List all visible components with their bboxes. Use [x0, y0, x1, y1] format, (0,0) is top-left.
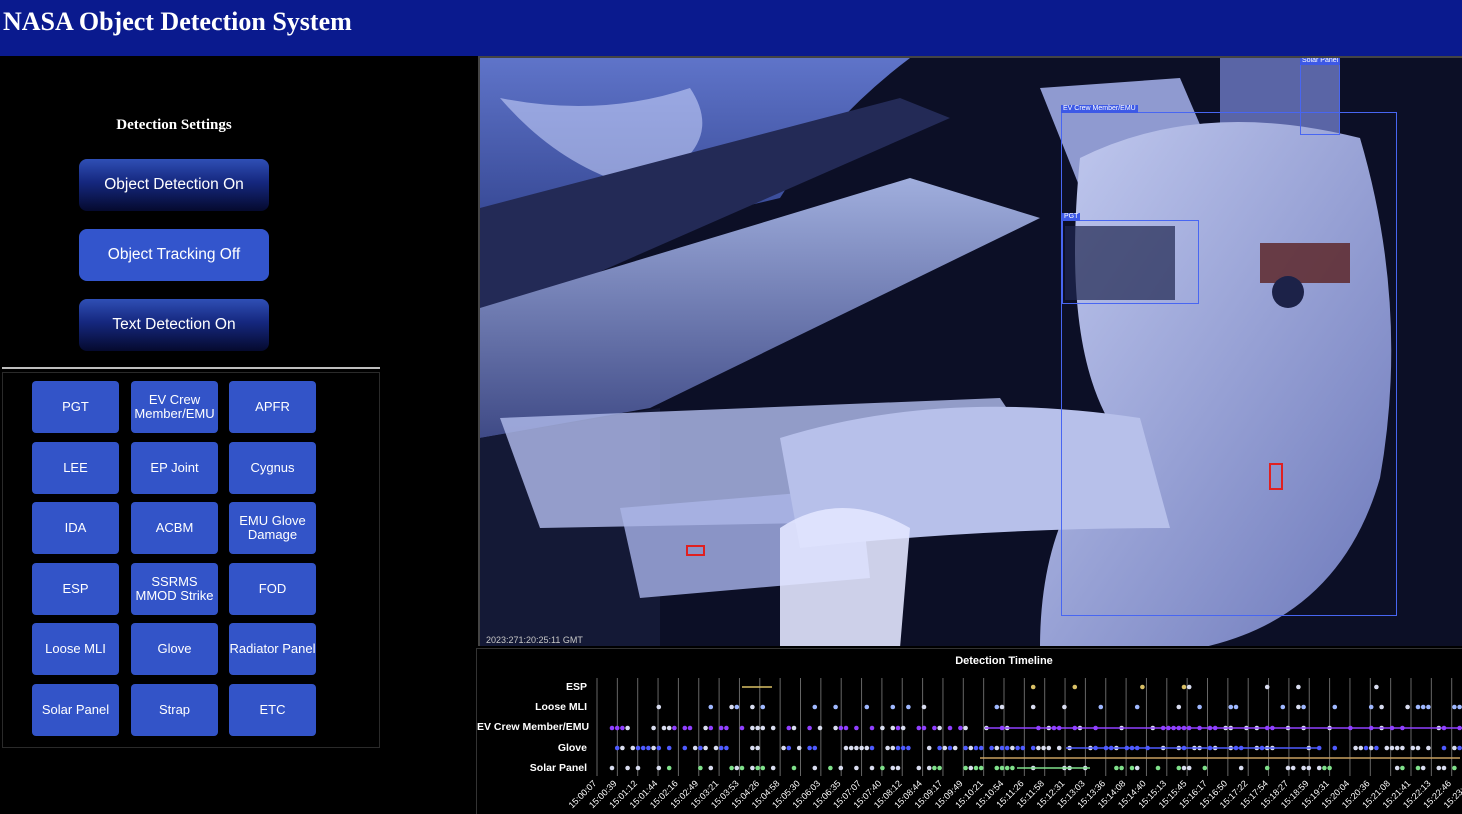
timeline-row-label-loose-mli: Loose MLI — [535, 701, 587, 713]
class-button-etc[interactable]: ETC — [229, 684, 316, 736]
object-detection-toggle[interactable]: Object Detection On — [79, 159, 269, 211]
detection-settings-title: Detection Settings — [116, 117, 232, 133]
detection-label: Solar Panel — [1300, 57, 1341, 65]
class-button-acbm[interactable]: ACBM — [131, 502, 218, 554]
class-button-fod[interactable]: FOD — [229, 563, 316, 615]
detection-label: PGT — [1062, 213, 1081, 221]
timeline-row-label-solar-panel: Solar Panel — [529, 762, 587, 774]
class-button-ida[interactable]: IDA — [32, 502, 119, 554]
detection-label: EV Crew Member/EMU — [1061, 105, 1138, 113]
video-timestamp: 2023:271:20:25:11 GMT — [486, 635, 583, 645]
class-button-glove[interactable]: Glove — [131, 623, 218, 675]
object-tracking-toggle[interactable]: Object Tracking Off — [79, 229, 269, 281]
class-button-esp[interactable]: ESP — [32, 563, 119, 615]
text-detection-toggle[interactable]: Text Detection On — [79, 299, 269, 351]
class-button-ssrms-mmod-strike[interactable]: SSRMS MMOD Strike — [131, 563, 218, 615]
timeline-row-label-glove: Glove — [557, 742, 587, 754]
class-button-strap[interactable]: Strap — [131, 684, 218, 736]
app-header: NASA Object Detection System — [0, 0, 1462, 56]
class-button-radiator-panel[interactable]: Radiator Panel — [229, 623, 316, 675]
class-button-cygnus[interactable]: Cygnus — [229, 442, 316, 494]
class-button-lee[interactable]: LEE — [32, 442, 119, 494]
class-button-solar-panel[interactable]: Solar Panel — [32, 684, 119, 736]
class-button-pgt[interactable]: PGT — [32, 381, 119, 433]
timeline-row-label-esp: ESP — [565, 681, 587, 693]
class-button-ep-joint[interactable]: EP Joint — [131, 442, 218, 494]
class-button-ev-crew[interactable]: EV Crew Member/EMU — [131, 381, 218, 433]
class-button-apfr[interactable]: APFR — [229, 381, 316, 433]
timeline-title: Detection Timeline — [955, 655, 1053, 667]
settings-divider — [2, 367, 380, 369]
text-detection-box[interactable] — [1269, 463, 1283, 490]
timeline-panel — [476, 648, 1462, 814]
text-detection-box[interactable] — [686, 545, 705, 556]
video-feed[interactable]: Solar Panel EV Crew Member/EMU PGT — [478, 56, 1462, 646]
detection-box-pgt[interactable]: PGT — [1062, 213, 1199, 304]
detection-box-ev-crew[interactable]: EV Crew Member/EMU — [1061, 105, 1397, 616]
class-button-loose-mli[interactable]: Loose MLI — [32, 623, 119, 675]
class-button-emu-glove-damage[interactable]: EMU Glove Damage — [229, 502, 316, 554]
app-title: NASA Object Detection System — [3, 7, 352, 36]
timeline-row-label-ev-crew: EV Crew Member/EMU — [477, 721, 590, 733]
